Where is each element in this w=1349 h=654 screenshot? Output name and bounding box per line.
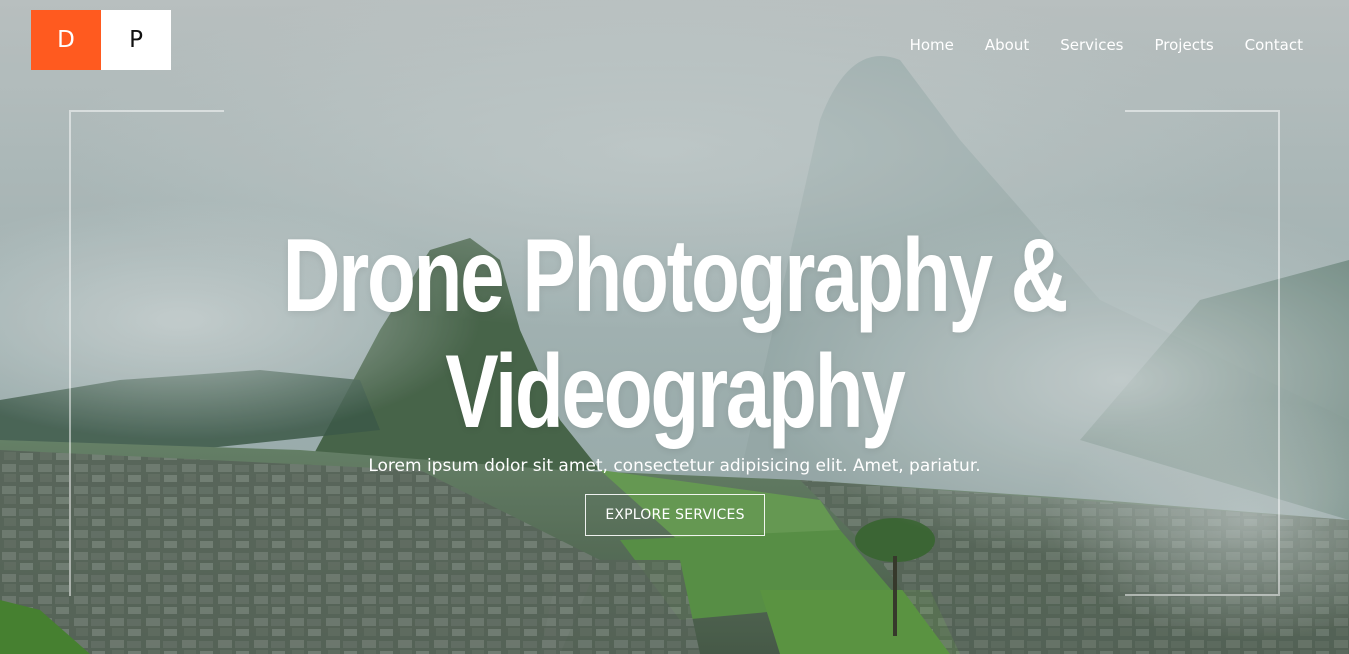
nav-home[interactable]: Home [910,36,954,54]
hero-subtitle: Lorem ipsum dolor sit amet, consectetur … [368,456,981,476]
nav-about[interactable]: About [985,36,1029,54]
hero-headline-line-1: Drone Photography & [282,218,1069,334]
hero-headline-line-2: Videography [445,334,905,450]
main-nav: Home About Services Projects Contact [910,36,1303,54]
logo-letter-p: P [101,10,171,70]
nav-contact[interactable]: Contact [1245,36,1303,54]
nav-services[interactable]: Services [1060,36,1123,54]
hero-headline: Drone Photography & Videography [155,218,1194,450]
site-logo[interactable]: D P [31,10,171,70]
explore-services-button[interactable]: EXPLORE SERVICES [585,494,765,536]
nav-projects[interactable]: Projects [1155,36,1214,54]
logo-letter-d: D [31,10,101,70]
